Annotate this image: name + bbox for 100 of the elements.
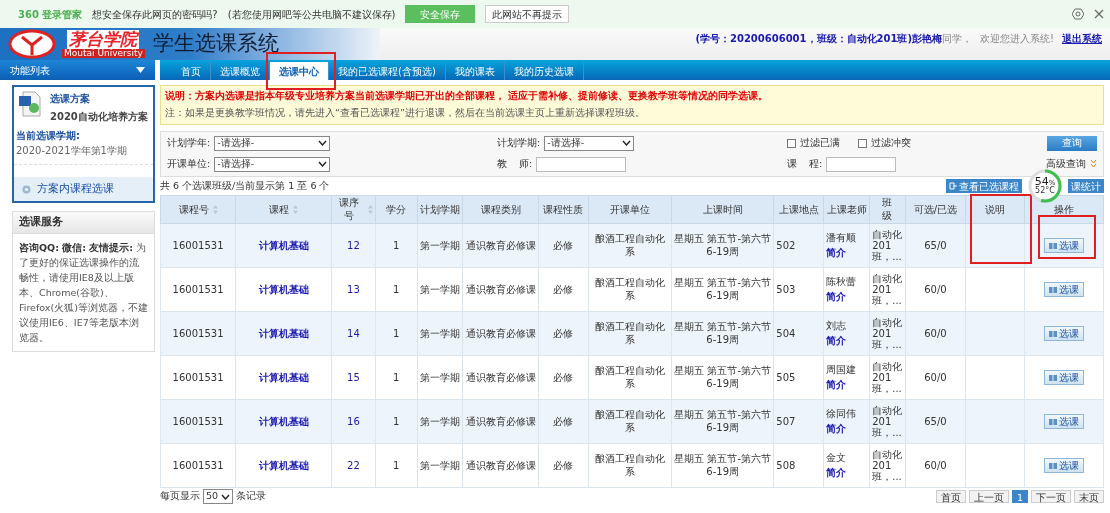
table-cell: 星期五 第五节-第六节 6-19周 bbox=[671, 267, 774, 311]
dropdown-select[interactable]: -请选择- bbox=[214, 156, 331, 172]
select-course-button[interactable]: 选课 bbox=[1043, 325, 1084, 341]
book-icon bbox=[1048, 373, 1057, 381]
column-header: 课程号 bbox=[160, 195, 236, 223]
sort-icon[interactable] bbox=[293, 204, 299, 214]
select-course-button[interactable]: 选课 bbox=[1043, 369, 1084, 385]
plan-course-nav-item[interactable]: 方案内课程选课 bbox=[14, 177, 153, 201]
table-cell: 星期五 第五节-第六节 6-19周 bbox=[671, 443, 774, 487]
term-label: 当前选课学期: bbox=[16, 129, 80, 143]
view-selected-button[interactable]: 查看已选课程 bbox=[946, 179, 1022, 193]
annotation-box bbox=[266, 52, 336, 90]
course-link[interactable]: 计算机基础 bbox=[235, 355, 332, 399]
note-text: 注：如果是更换教学班情况，请先进入“查看已选课程”进行退课，然后在当前选课主页上重新选择课程班级。 bbox=[165, 106, 646, 121]
column-header: 上课老师 bbox=[823, 195, 870, 223]
table-cell: 自动化201班，... bbox=[869, 399, 906, 443]
pager-button[interactable]: 上一页 bbox=[968, 490, 1009, 503]
course-link[interactable]: 计算机基础 bbox=[235, 443, 332, 487]
chevron-down-icon bbox=[318, 161, 328, 167]
per-page-label: 每页显示 bbox=[160, 489, 200, 504]
settings-icon[interactable] bbox=[1072, 8, 1084, 20]
select-course-button[interactable]: 选课 bbox=[1043, 413, 1084, 429]
dropdown-select[interactable]: 50 bbox=[203, 489, 233, 504]
nav-tab[interactable]: 我的已选课程(含预选) bbox=[329, 62, 446, 80]
intro-link[interactable]: 简介 bbox=[826, 423, 847, 434]
teacher-name: 金文 bbox=[826, 452, 847, 463]
table-cell: 必修 bbox=[538, 223, 589, 267]
book-icon bbox=[1048, 461, 1057, 469]
course-link[interactable]: 计算机基础 bbox=[235, 399, 332, 443]
advanced-search-link[interactable]: 高级查询 bbox=[1046, 156, 1086, 172]
double-chevron-icon bbox=[1090, 160, 1097, 168]
result-summary: 共 6 个选课班级/当前显示第 1 至 6 个 bbox=[160, 178, 330, 193]
seq-link[interactable]: 22 bbox=[331, 443, 376, 487]
logout-link[interactable]: 退出系统 bbox=[1062, 31, 1102, 46]
table-cell: 酿酒工程自动化系 bbox=[588, 399, 672, 443]
intro-link[interactable]: 简介 bbox=[826, 247, 847, 258]
statistics-button[interactable]: 课统计 bbox=[1068, 179, 1104, 193]
column-header: 说明 bbox=[965, 195, 1025, 223]
nav-tab[interactable]: 首页 bbox=[172, 62, 211, 80]
intro-link[interactable]: 简介 bbox=[826, 335, 847, 346]
course-link[interactable]: 计算机基础 bbox=[235, 311, 332, 355]
table-cell: 1 bbox=[375, 443, 418, 487]
select-course-button[interactable]: 选课 bbox=[1043, 237, 1084, 253]
teacher-input[interactable] bbox=[536, 156, 627, 172]
nav-tab[interactable]: 选课中心 bbox=[270, 62, 329, 80]
filter-label: 教 师: bbox=[497, 156, 533, 171]
prompt-text: 想安全保存此网页的密码吗? bbox=[92, 7, 218, 22]
plan-title[interactable]: 选课方案 bbox=[50, 91, 148, 106]
seq-link[interactable]: 16 bbox=[331, 399, 376, 443]
nav-tab[interactable]: 我的历史选课 bbox=[504, 62, 584, 80]
pager-button[interactable]: 1 bbox=[1011, 490, 1028, 503]
seq-link[interactable]: 13 bbox=[331, 267, 376, 311]
dropdown-select[interactable]: -请选择- bbox=[214, 135, 331, 151]
pager-button[interactable]: 下一页 bbox=[1031, 490, 1071, 503]
pager-button[interactable]: 末页 bbox=[1074, 490, 1104, 503]
table-cell: 通识教育必修课 bbox=[462, 399, 539, 443]
column-header: 上课地点 bbox=[773, 195, 824, 223]
intro-link[interactable]: 简介 bbox=[826, 291, 847, 302]
function-menu[interactable]: 功能列表 bbox=[0, 60, 155, 80]
table-cell: 第一学期 bbox=[417, 223, 463, 267]
sort-icon[interactable] bbox=[212, 204, 218, 214]
nav-tab[interactable]: 我的课表 bbox=[445, 62, 505, 80]
teacher-name: 徐同伟 bbox=[826, 408, 857, 419]
term-value: 2020-2021学年第1学期 bbox=[16, 144, 127, 158]
book-icon bbox=[1048, 329, 1057, 337]
seq-link[interactable]: 15 bbox=[331, 355, 376, 399]
sort-icon[interactable] bbox=[367, 204, 373, 214]
table-cell: 通识教育必修课 bbox=[462, 223, 539, 267]
teacher-name: 周国建 bbox=[826, 364, 857, 375]
table-cell: 60/0 bbox=[905, 443, 966, 487]
pager-button[interactable]: 首页 bbox=[935, 490, 966, 503]
table-cell: 16001531 bbox=[160, 355, 236, 399]
close-icon[interactable] bbox=[1094, 9, 1104, 19]
checkbox[interactable] bbox=[787, 138, 796, 148]
table-cell: 第一学期 bbox=[417, 267, 463, 311]
select-course-button[interactable]: 选课 bbox=[1043, 281, 1084, 297]
table-cell: 通识教育必修课 bbox=[462, 443, 539, 487]
select-course-button[interactable]: 选课 bbox=[1043, 457, 1084, 473]
course-link[interactable]: 计算机基础 bbox=[235, 267, 332, 311]
course-input[interactable] bbox=[826, 156, 897, 172]
seq-link[interactable]: 12 bbox=[331, 223, 376, 267]
dismiss-button[interactable]: 此网站不再提示 bbox=[485, 5, 570, 23]
intro-link[interactable]: 简介 bbox=[826, 467, 847, 478]
table-cell: 通识教育必修课 bbox=[462, 267, 539, 311]
logo-name: 茅台学院 bbox=[67, 30, 140, 49]
course-link[interactable]: 计算机基础 bbox=[235, 223, 332, 267]
seq-link[interactable]: 14 bbox=[331, 311, 376, 355]
table-cell: 自动化201班，... bbox=[869, 267, 906, 311]
book-icon bbox=[1048, 285, 1057, 293]
logo-icon bbox=[8, 29, 56, 59]
checkbox[interactable] bbox=[858, 138, 867, 148]
intro-link[interactable]: 简介 bbox=[826, 379, 847, 390]
column-header: 学分 bbox=[375, 195, 418, 223]
table-cell: 第一学期 bbox=[417, 311, 463, 355]
dropdown-select[interactable]: -请选择- bbox=[544, 135, 635, 151]
table-cell: 502 bbox=[773, 223, 824, 267]
column-header: 上课时间 bbox=[671, 195, 774, 223]
column-header: 班级 bbox=[869, 195, 906, 223]
table-cell: 16001531 bbox=[160, 399, 236, 443]
table-cell: 16001531 bbox=[160, 311, 236, 355]
